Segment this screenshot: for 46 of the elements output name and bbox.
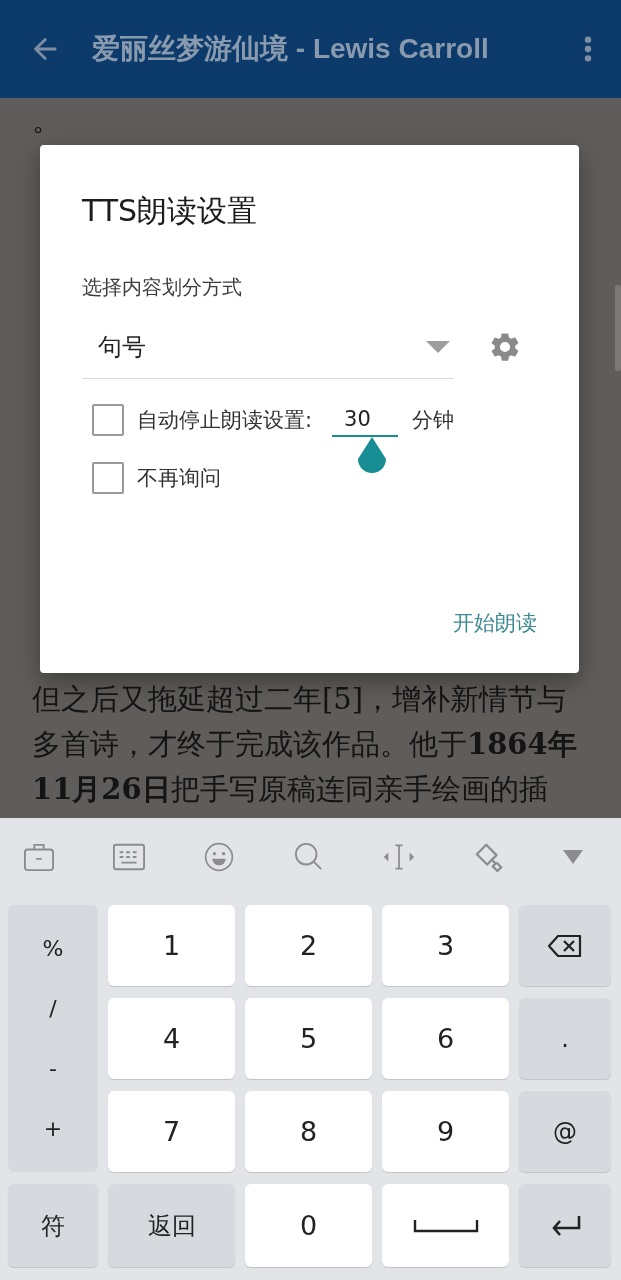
paint-roller-icon[interactable] <box>473 841 505 872</box>
space-icon <box>412 1218 479 1233</box>
symbol-key[interactable]: - <box>35 1053 71 1083</box>
digit-key[interactable]: 9 <box>382 1091 509 1172</box>
collapse-triangle-icon[interactable] <box>563 849 583 864</box>
checkbox[interactable] <box>92 404 124 436</box>
auto-stop-label: 自动停止朗读设置: <box>137 407 313 434</box>
digit-key[interactable]: 4 <box>108 998 235 1079</box>
text-line: 。 <box>32 102 62 139</box>
dropdown-triangle-icon <box>426 340 450 353</box>
function-key[interactable]: 返回 <box>108 1184 235 1267</box>
emoji-icon[interactable] <box>203 841 235 872</box>
symbol-key[interactable]: + <box>29 1113 77 1143</box>
digit-key[interactable]: 1 <box>108 905 235 986</box>
book-title: 爱丽丝梦游仙境 - Lewis Carroll <box>92 32 490 66</box>
function-key[interactable]: @ <box>519 1091 611 1172</box>
dont-ask-label: 不再询问 <box>137 465 221 492</box>
text-line: 多首诗，才终于完成该作品。他于1864年 <box>32 726 578 763</box>
search-icon[interactable] <box>293 841 325 872</box>
checkbox[interactable] <box>92 462 124 494</box>
split-mode-dropdown[interactable]: 句号 <box>82 315 454 379</box>
briefcase-icon[interactable] <box>23 841 55 872</box>
space-key[interactable] <box>382 1184 509 1267</box>
digit-key[interactable]: 0 <box>245 1184 372 1267</box>
function-key[interactable]: . <box>519 998 611 1079</box>
text-line: 11月26日把手写原稿连同亲手绘画的插 <box>32 771 549 808</box>
backspace-icon <box>548 934 582 957</box>
start-reading-button[interactable]: 开始朗读 <box>453 603 537 643</box>
digit-key[interactable]: 6 <box>382 998 509 1079</box>
text-line: 但之后又拖延超过二年[5]，增补新情节与 <box>32 681 568 718</box>
minutes-unit: 分钟 <box>412 407 455 434</box>
digit-key[interactable]: 8 <box>245 1091 372 1172</box>
digit-key[interactable]: 7 <box>108 1091 235 1172</box>
digit-key[interactable]: 3 <box>382 905 509 986</box>
keyboard-icon[interactable] <box>113 841 145 872</box>
minutes-input[interactable]: 30 <box>332 403 399 437</box>
split-mode-label: 选择内容划分方式 <box>82 274 243 301</box>
symbol-key[interactable]: / <box>35 994 71 1024</box>
backspace-key[interactable] <box>519 905 611 986</box>
symbol-key[interactable]: % <box>28 934 78 964</box>
digit-key[interactable]: 2 <box>245 905 372 986</box>
function-key[interactable]: 符 <box>8 1184 98 1267</box>
dialog-title: TTS朗读设置 <box>82 192 259 230</box>
scrollbar[interactable] <box>615 285 621 371</box>
enter-key[interactable] <box>519 1184 611 1267</box>
digit-key[interactable]: 5 <box>245 998 372 1079</box>
